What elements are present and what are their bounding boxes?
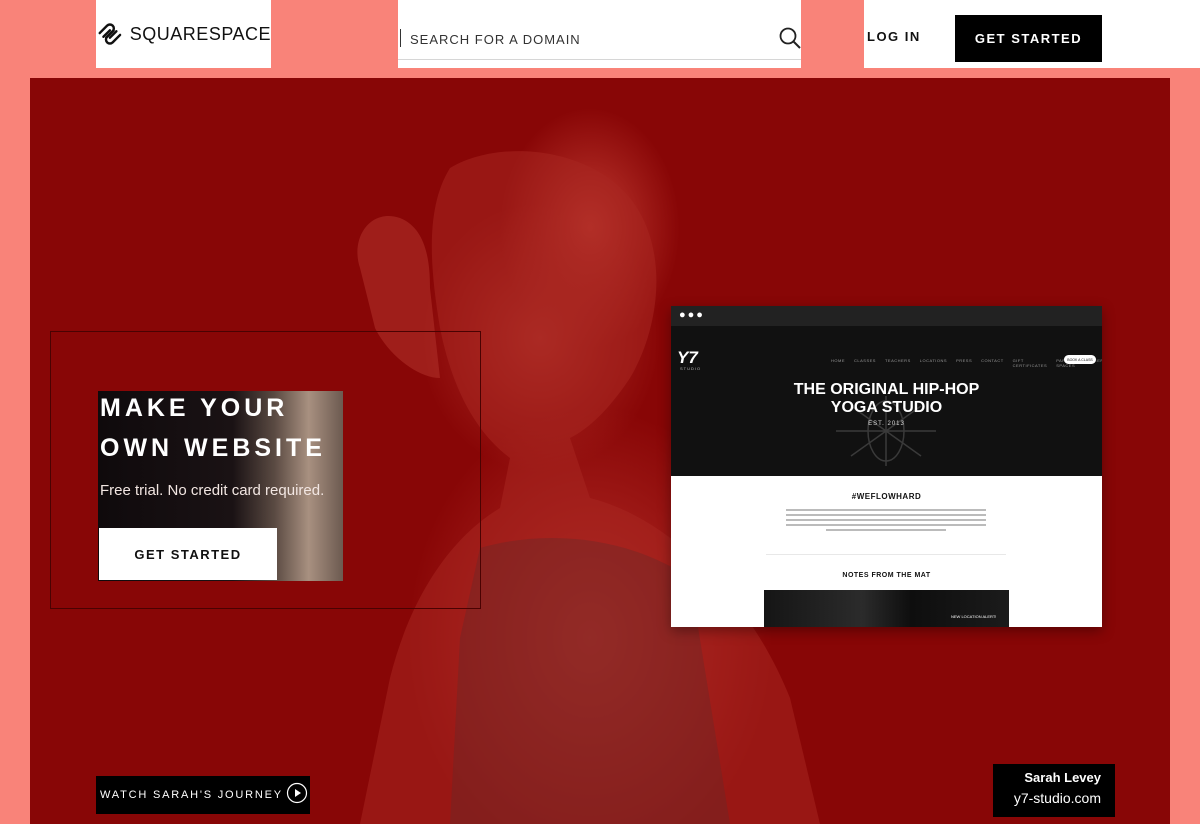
hero-subtitle: Free trial. No credit card required. <box>100 482 325 499</box>
squarespace-logo-icon <box>98 23 122 45</box>
mockup-nav-item: CLASSES <box>854 358 876 363</box>
mockup-site-logo: Y7 <box>677 348 698 367</box>
mockup-notes-photo <box>764 590 1009 627</box>
mockup-nav-item: GIFT CERTIFICATES <box>1012 358 1048 368</box>
mockup-nav-item: LOCATIONS <box>919 358 948 363</box>
browser-dots-icon: ●●● <box>679 309 705 321</box>
mockup-body-text <box>786 509 986 534</box>
mockup-headline-line-2: YOGA STUDIO <box>830 399 943 416</box>
mockup-nav-item: CONTACT <box>981 358 1004 363</box>
domain-search <box>398 0 801 68</box>
credit-name: Sarah Levey <box>1024 770 1101 785</box>
text-line <box>786 514 986 516</box>
hero-title: MAKE YOUR OWN WEBSITE <box>100 388 360 468</box>
text-line <box>826 529 946 531</box>
mockup-tag: #WEFLOWHARD <box>851 492 922 501</box>
mockup-site-hero: Y7 STUDIO HOME CLASSES TEACHERS LOCATION… <box>671 326 1102 476</box>
text-line <box>786 524 986 526</box>
text-line <box>786 509 986 511</box>
domain-search-input[interactable] <box>398 20 801 60</box>
logo-text: SQUARESPACE <box>129 23 271 44</box>
text-line <box>786 519 986 521</box>
logo[interactable]: SQUARESPACE <box>96 0 271 68</box>
get-started-button-header[interactable]: GET STARTED <box>955 15 1102 62</box>
browser-toolbar: ●●● <box>671 306 1102 326</box>
mockup-nav-item: TEACHERS <box>884 358 911 363</box>
search-icon[interactable] <box>778 26 802 50</box>
mockup-headline: THE ORIGINAL HIP-HOP YOGA STUDIO <box>671 381 1102 417</box>
watch-journey-button[interactable]: WATCH SARAH'S JOURNEY <box>96 776 310 814</box>
mockup-nav-item: PRESS <box>956 358 973 363</box>
play-icon[interactable] <box>286 782 308 804</box>
credit-url-link[interactable]: y7-studio.com <box>1014 790 1101 806</box>
mockup-headline-line-1: THE ORIGINAL HIP-HOP <box>793 381 980 398</box>
mockup-est: EST. 2013 <box>868 421 905 427</box>
hero-title-line-2: OWN WEBSITE <box>100 434 326 462</box>
mockup-photo-caption: NEW LOCATION ALERT! <box>951 614 997 619</box>
login-link[interactable]: LOG IN <box>867 29 921 44</box>
mockup-site-logo-sub: STUDIO <box>680 366 702 371</box>
get-started-button-hero[interactable]: GET STARTED <box>99 528 277 580</box>
watch-journey-label: WATCH SARAH'S JOURNEY <box>100 789 283 801</box>
mockup-divider <box>766 554 1006 555</box>
hero-title-line-1: MAKE YOUR <box>100 394 289 422</box>
mockup-nav-item: HOME <box>831 358 845 363</box>
mockup-site-nav: HOME CLASSES TEACHERS LOCATIONS PRESS CO… <box>831 358 1102 368</box>
photo-credit: Sarah Levey y7-studio.com <box>993 764 1115 817</box>
mockup-notes-heading: NOTES FROM THE MAT <box>842 572 931 579</box>
mockup-book-button: BOOK A CLASS <box>1064 355 1096 364</box>
website-mockup: ●●● Y7 STUDIO HOME CLASSES TEACHERS LOCA… <box>671 306 1102 627</box>
